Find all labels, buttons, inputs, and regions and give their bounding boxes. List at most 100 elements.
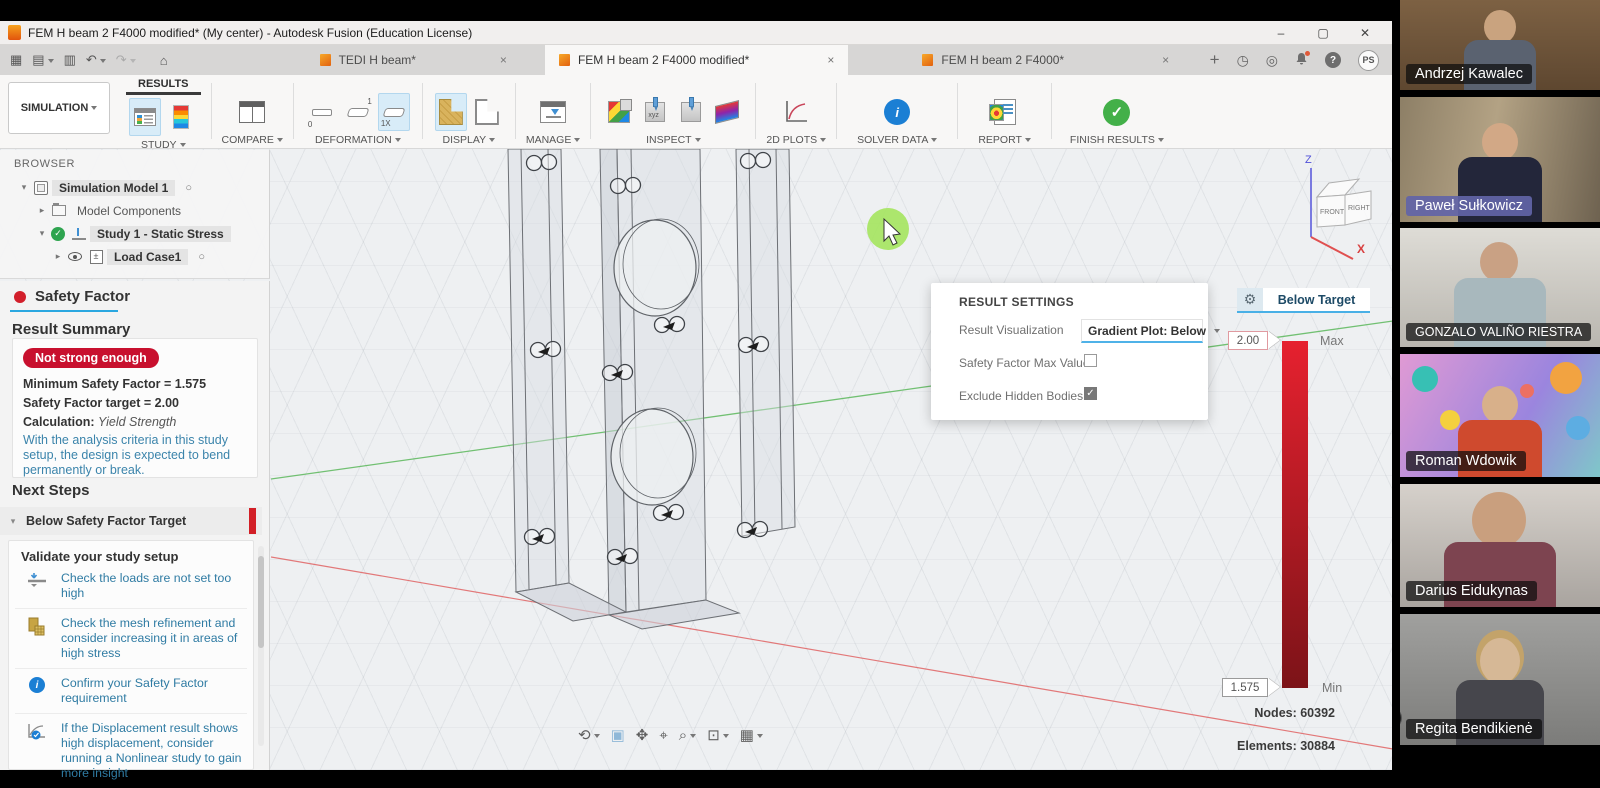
ribbon-tab-results[interactable]: RESULTS — [126, 76, 201, 95]
scrollbar-thumb[interactable] — [258, 556, 264, 648]
help-icon[interactable]: ? — [1325, 52, 1341, 68]
chevron-down-icon[interactable]: ▾ — [36, 228, 48, 239]
presence-icon[interactable]: ◎ — [1266, 52, 1278, 69]
legend-max-marker[interactable]: 2.00 — [1228, 331, 1280, 350]
workspace-selector[interactable]: SIMULATION — [8, 82, 110, 134]
view-cube[interactable]: Z X FRONT RIGHT — [1305, 154, 1371, 259]
chevron-down-icon[interactable]: ▾ — [18, 182, 30, 193]
tree-item-model-components[interactable]: ▸ Model Components — [0, 199, 269, 222]
compare-button[interactable] — [236, 93, 268, 131]
tab-fem-h-beam[interactable]: FEM H beam 2 F4000* × — [908, 45, 1183, 75]
show-mesh-button[interactable] — [435, 93, 467, 131]
eye-icon[interactable] — [68, 252, 82, 261]
tab-close-icon[interactable]: × — [827, 53, 834, 67]
participant-head — [1482, 123, 1518, 161]
redo-arrow-icon: ↷ — [116, 52, 127, 67]
caret-down-icon — [931, 138, 937, 142]
group-label-manage[interactable]: MANAGE — [526, 134, 581, 146]
tab-close-icon[interactable]: × — [500, 53, 507, 67]
chevron-right-icon[interactable]: ▸ — [36, 205, 48, 216]
result-type-title[interactable]: Safety Factor — [35, 288, 130, 305]
step-text: Check the mesh refinement and consider i… — [61, 616, 243, 661]
show-body-button[interactable] — [471, 93, 503, 131]
solver-data-button[interactable]: i — [881, 93, 913, 131]
undo-icon[interactable]: ↶ — [86, 52, 106, 68]
next-step-item[interactable]: If the Displacement result shows high di… — [15, 714, 247, 788]
participant-tile[interactable]: Paweł Sułkowicz — [1400, 97, 1600, 222]
deformation-none-button[interactable]: 0 — [306, 93, 338, 131]
inspect-contour-button[interactable] — [603, 93, 635, 131]
participant-tile[interactable]: Darius Eidukynas — [1400, 484, 1600, 607]
notifications-bell-icon[interactable] — [1295, 52, 1308, 69]
result-visualization-dropdown[interactable]: Gradient Plot: Below — [1081, 319, 1203, 343]
2d-plots-button[interactable] — [780, 93, 812, 131]
exclude-hidden-bodies-checkbox[interactable]: ✓ — [1084, 387, 1097, 400]
tab-tedi-h-beam[interactable]: TEDI H beam* × — [306, 45, 521, 75]
zoom-icon[interactable]: ⌖ — [659, 727, 667, 744]
tab-fem-h-beam-modified[interactable]: FEM H beam 2 F4000 modified* × — [545, 45, 848, 75]
group-label-2d-plots[interactable]: 2D PLOTS — [766, 134, 826, 146]
legend-options-button[interactable] — [165, 98, 197, 136]
finish-results-button[interactable]: ✓ — [1101, 93, 1133, 131]
safety-factor-colorbar[interactable] — [1282, 341, 1308, 688]
camera-off-indicator[interactable]: ⊘ — [1400, 707, 1402, 729]
chevron-right-icon[interactable]: ▸ — [52, 251, 64, 262]
group-label-finish-results[interactable]: FINISH RESULTS — [1070, 134, 1164, 146]
job-status-icon[interactable]: ◷ — [1237, 52, 1249, 69]
deformation-actual-button[interactable]: 1 — [342, 93, 374, 131]
tree-item-study-static-stress[interactable]: ▾ ✓ Study 1 - Static Stress — [0, 222, 269, 245]
deformation-scale-button[interactable]: 1X — [378, 93, 410, 131]
file-menu-icon[interactable]: ▤ — [32, 52, 53, 68]
inspect-point-xyz-button[interactable]: xyz — [639, 93, 671, 131]
grid-layout-icon[interactable]: ▦ — [740, 726, 763, 744]
tab-bar: ▦ ▤ ▥ ↶ ↷ ⌂ TEDI H beam* × FEM H beam 2 … — [0, 45, 1393, 75]
chevron-down-icon[interactable]: ▾ — [0, 516, 26, 527]
redo-icon[interactable]: ↷ — [116, 52, 136, 68]
restore-button[interactable]: ▢ — [1315, 26, 1331, 40]
app-grid-icon[interactable]: ▦ — [10, 52, 22, 68]
legend-settings-gear[interactable]: ⚙ — [1237, 288, 1263, 311]
orbit-icon[interactable]: ⟲ — [578, 726, 600, 744]
visibility-radio-icon[interactable]: ○ — [198, 251, 205, 263]
look-at-icon[interactable]: ▣ — [611, 726, 625, 744]
tree-item-load-case[interactable]: ▸ Load Case1 ○ — [0, 245, 269, 268]
home-icon[interactable]: ⌂ — [160, 53, 168, 68]
inspect-probe-button[interactable] — [675, 93, 707, 131]
participant-tile[interactable]: Andrzej Kawalec — [1400, 0, 1600, 90]
info-icon: i — [29, 677, 45, 693]
legend-min-marker[interactable]: 1.575 — [1222, 678, 1280, 697]
pan-icon[interactable]: ✥ — [636, 726, 649, 744]
visibility-radio-icon[interactable]: ○ — [185, 182, 192, 194]
group-label-report[interactable]: REPORT — [978, 134, 1031, 146]
tab-close-icon[interactable]: × — [1162, 53, 1169, 67]
participant-tile[interactable]: Regita Bendikienė ⊘ — [1400, 614, 1600, 745]
group-label-compare[interactable]: COMPARE — [222, 134, 283, 146]
fit-icon[interactable]: ⌕ — [679, 727, 696, 744]
study-icon — [72, 228, 86, 240]
tree-item-simulation-model[interactable]: ▾ Simulation Model 1 ○ — [0, 176, 269, 199]
close-button[interactable]: ✕ — [1357, 26, 1373, 40]
next-step-item[interactable]: Check the loads are not set too high — [15, 564, 247, 609]
group-label-display[interactable]: DISPLAY — [443, 134, 496, 146]
group-label-solver-data[interactable]: SOLVER DATA — [857, 134, 937, 146]
tree-label: Simulation Model 1 — [52, 180, 175, 196]
participant-tile[interactable]: Roman Wdowik — [1400, 354, 1600, 477]
safety-factor-max-label: Safety Factor Max Value — [959, 356, 1090, 370]
next-step-item[interactable]: Check the mesh refinement and consider i… — [15, 609, 247, 669]
group-label-inspect[interactable]: INSPECT — [646, 134, 701, 146]
study-results-button[interactable] — [129, 98, 161, 136]
minimize-button[interactable]: – — [1273, 26, 1289, 40]
panel-scrollbar[interactable] — [258, 546, 264, 746]
profile-avatar[interactable]: PS — [1358, 50, 1379, 71]
next-steps-group-row[interactable]: ▾ Below Safety Factor Target — [0, 507, 262, 535]
inspect-slice-plane-button[interactable] — [711, 93, 743, 131]
save-icon[interactable]: ▥ — [64, 52, 76, 68]
next-step-item[interactable]: i Confirm your Safety Factor requirement — [15, 669, 247, 714]
group-label-deformation[interactable]: DEFORMATION — [315, 134, 401, 146]
report-button[interactable] — [989, 93, 1021, 131]
display-settings-icon[interactable]: ⊡ — [707, 726, 729, 744]
new-tab-button[interactable]: + — [1210, 50, 1220, 70]
participant-tile[interactable]: GONZALO VALIÑO RIESTRA — [1400, 228, 1600, 347]
safety-factor-max-checkbox[interactable] — [1084, 354, 1097, 367]
manage-button[interactable] — [537, 93, 569, 131]
